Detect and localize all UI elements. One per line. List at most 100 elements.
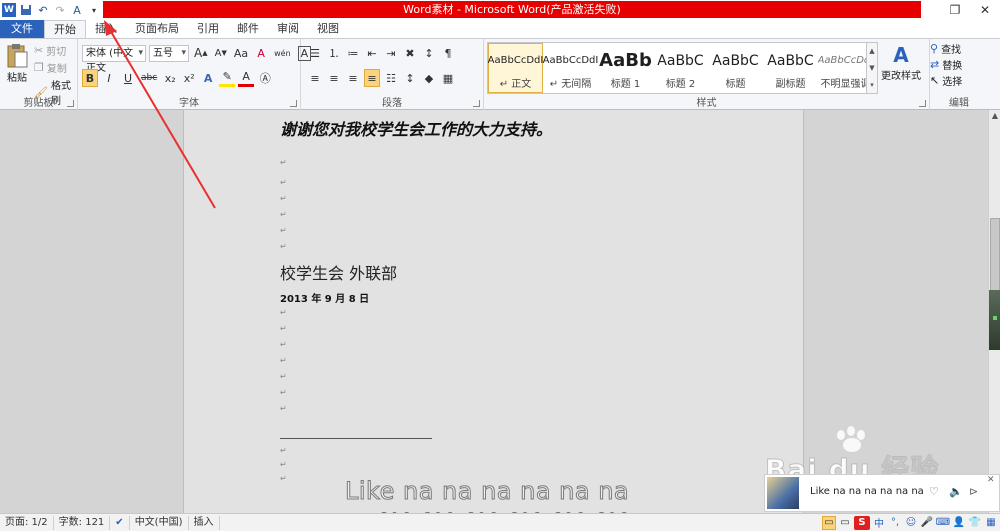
line-spacing-icon[interactable]: ↕ [402, 69, 418, 87]
strikethrough-button[interactable]: abc [139, 69, 159, 87]
align-right-icon[interactable]: ≡ [345, 69, 361, 87]
tab-view[interactable]: 视图 [308, 20, 348, 38]
scroll-up-icon[interactable]: ▲ [989, 110, 1000, 122]
borders-icon[interactable]: ▦ [440, 69, 456, 87]
next-icon[interactable]: ⊳ [969, 485, 978, 498]
grow-font-button[interactable]: A ▲ [192, 44, 210, 62]
customize-icon[interactable]: ▾ [87, 3, 101, 17]
shading-icon[interactable]: ◆ [421, 69, 437, 87]
redo-icon[interactable]: ↷ [53, 3, 67, 17]
clear-format-button[interactable]: A [253, 44, 269, 62]
style-subtitle[interactable]: AaBbC 副标题 [763, 43, 818, 93]
skin-icon[interactable]: 👤 [952, 516, 966, 530]
cut-button[interactable]: ✂ 剪切 [34, 43, 66, 58]
close-icon[interactable]: ✕ [970, 0, 1000, 20]
vertical-scrollbar[interactable]: ▲ [988, 110, 1000, 513]
copy-button[interactable]: ❐ 复制 [34, 60, 67, 75]
highlight-icon[interactable]: ✎ [219, 69, 236, 87]
org-text[interactable]: 校学生会 外联部 [280, 260, 397, 284]
heart-icon[interactable]: ♡ [929, 485, 939, 498]
full-screen-icon[interactable]: ▭ [838, 516, 852, 530]
paragraph-mark: ↵ [280, 356, 287, 365]
find-button[interactable]: ⚲ 查找 [930, 41, 961, 56]
align-center-icon[interactable]: ≡ [326, 69, 342, 87]
thanks-text[interactable]: 谢谢您对我校学生会工作的大力支持。 [280, 116, 552, 140]
decrease-indent-icon[interactable]: ⇤ [364, 44, 380, 62]
underline-button[interactable]: U [120, 69, 136, 87]
spellcheck-icon[interactable]: A [70, 3, 84, 17]
mic-icon[interactable]: 🎤 [920, 516, 934, 530]
volume-icon[interactable]: 🔈 [949, 485, 963, 498]
shirt-icon[interactable]: 👕 [968, 516, 982, 530]
tab-home[interactable]: 开始 [44, 20, 86, 38]
style-no-spacing[interactable]: AaBbCcDdI ↵ 无间隔 [543, 43, 598, 93]
font-name-select[interactable]: 宋体 (中文正文 [82, 44, 146, 74]
gallery-up-icon[interactable]: ▲ [869, 47, 874, 55]
punctuation-icon[interactable]: °, [888, 516, 902, 530]
show-marks-icon[interactable]: ¶ [440, 44, 456, 62]
tab-insert[interactable]: 插入 [86, 20, 126, 38]
proofing-icon[interactable]: ✔ [110, 515, 130, 530]
change-styles-button[interactable]: A 更改样式 [880, 43, 922, 91]
styles-launcher-icon[interactable] [919, 100, 926, 107]
phonetic-guide-button[interactable]: wén [272, 44, 293, 62]
paragraph-launcher-icon[interactable] [473, 100, 480, 107]
sort-icon[interactable]: ↕ [421, 44, 437, 62]
bullets-icon[interactable]: ☰ [307, 44, 323, 62]
sogou-icon[interactable]: S [854, 515, 870, 530]
bold-button[interactable]: B [82, 69, 98, 87]
word-count[interactable]: 字数: 121 [54, 515, 111, 530]
tab-references[interactable]: 引用 [188, 20, 228, 38]
replace-button[interactable]: ⇄ 替换 [930, 57, 962, 72]
subscript-button[interactable]: x₂ [162, 69, 178, 87]
gallery-more-icon[interactable]: ▾ [870, 81, 874, 89]
tab-review[interactable]: 审阅 [268, 20, 308, 38]
tab-mailings[interactable]: 邮件 [228, 20, 268, 38]
paragraph-mark: ↵ [280, 226, 287, 235]
text-effects-icon[interactable]: A [200, 69, 216, 87]
style-subtle-emphasis[interactable]: AaBbCcDd. 不明显强调 [818, 43, 873, 93]
distribute-icon[interactable]: ☷ [383, 69, 399, 87]
grid-icon[interactable]: ▦ [984, 516, 998, 530]
select-button[interactable]: ↖ 选择 [930, 73, 962, 88]
superscript-button[interactable]: x² [181, 69, 197, 87]
keyboard-icon[interactable]: ⌨ [936, 516, 950, 530]
multilevel-list-icon[interactable]: ≔ [345, 44, 361, 62]
clipboard-launcher-icon[interactable] [67, 100, 74, 107]
enclose-char-icon[interactable]: Ⓐ [257, 69, 273, 87]
italic-button[interactable]: I [101, 69, 117, 87]
paste-button[interactable]: 粘贴 [4, 43, 30, 87]
style-heading-1[interactable]: AaBb 标题 1 [598, 43, 653, 93]
align-left-icon[interactable]: ≡ [307, 69, 323, 87]
chinese-mode-icon[interactable]: 中 [872, 516, 886, 530]
gallery-scroll[interactable]: ▲ ▼ ▾ [866, 42, 878, 94]
font-launcher-icon[interactable] [290, 100, 297, 107]
shrink-font-button[interactable]: A ▼ [213, 44, 229, 62]
tab-file[interactable]: 文件 [0, 20, 44, 38]
player-close-icon[interactable]: ✕ [987, 475, 995, 485]
change-case-button[interactable]: Aa [232, 44, 250, 62]
increase-indent-icon[interactable]: ⇥ [383, 44, 399, 62]
insert-mode[interactable]: 插入 [189, 515, 220, 530]
page-count[interactable]: 页面: 1/2 [0, 515, 54, 530]
print-layout-icon[interactable]: ▭ [822, 515, 836, 530]
font-color-icon[interactable]: A [238, 69, 255, 87]
page[interactable]: 谢谢您对我校学生会工作的大力支持。 ↵ ↵ ↵ ↵ ↵ ↵ 校学生会 外联部 2… [183, 110, 804, 513]
tab-page-layout[interactable]: 页面布局 [126, 20, 188, 38]
style-normal[interactable]: AaBbCcDdI ↵ 正文 [488, 43, 543, 93]
font-size-select[interactable]: 五号 [149, 44, 189, 62]
gallery-down-icon[interactable]: ▼ [869, 64, 874, 72]
style-title[interactable]: AaBbC 标题 [708, 43, 763, 93]
style-heading-2[interactable]: AaBbC 标题 2 [653, 43, 708, 93]
emoji-icon[interactable]: ☺ [904, 516, 918, 530]
chinese-layout-icon[interactable]: ✖ [402, 44, 418, 62]
language-status[interactable]: 中文(中国) [130, 515, 189, 530]
word-app-icon[interactable]: W [2, 3, 16, 17]
restore-icon[interactable]: ❐ [940, 0, 970, 20]
numbering-icon[interactable]: ⒈ [326, 44, 342, 62]
date-text[interactable]: 2013 年 9 月 8 日 [280, 290, 369, 305]
save-icon[interactable] [19, 3, 33, 17]
justify-icon[interactable]: ≡ [364, 69, 380, 87]
album-cover[interactable] [767, 477, 799, 509]
undo-icon[interactable]: ↶ [36, 3, 50, 17]
